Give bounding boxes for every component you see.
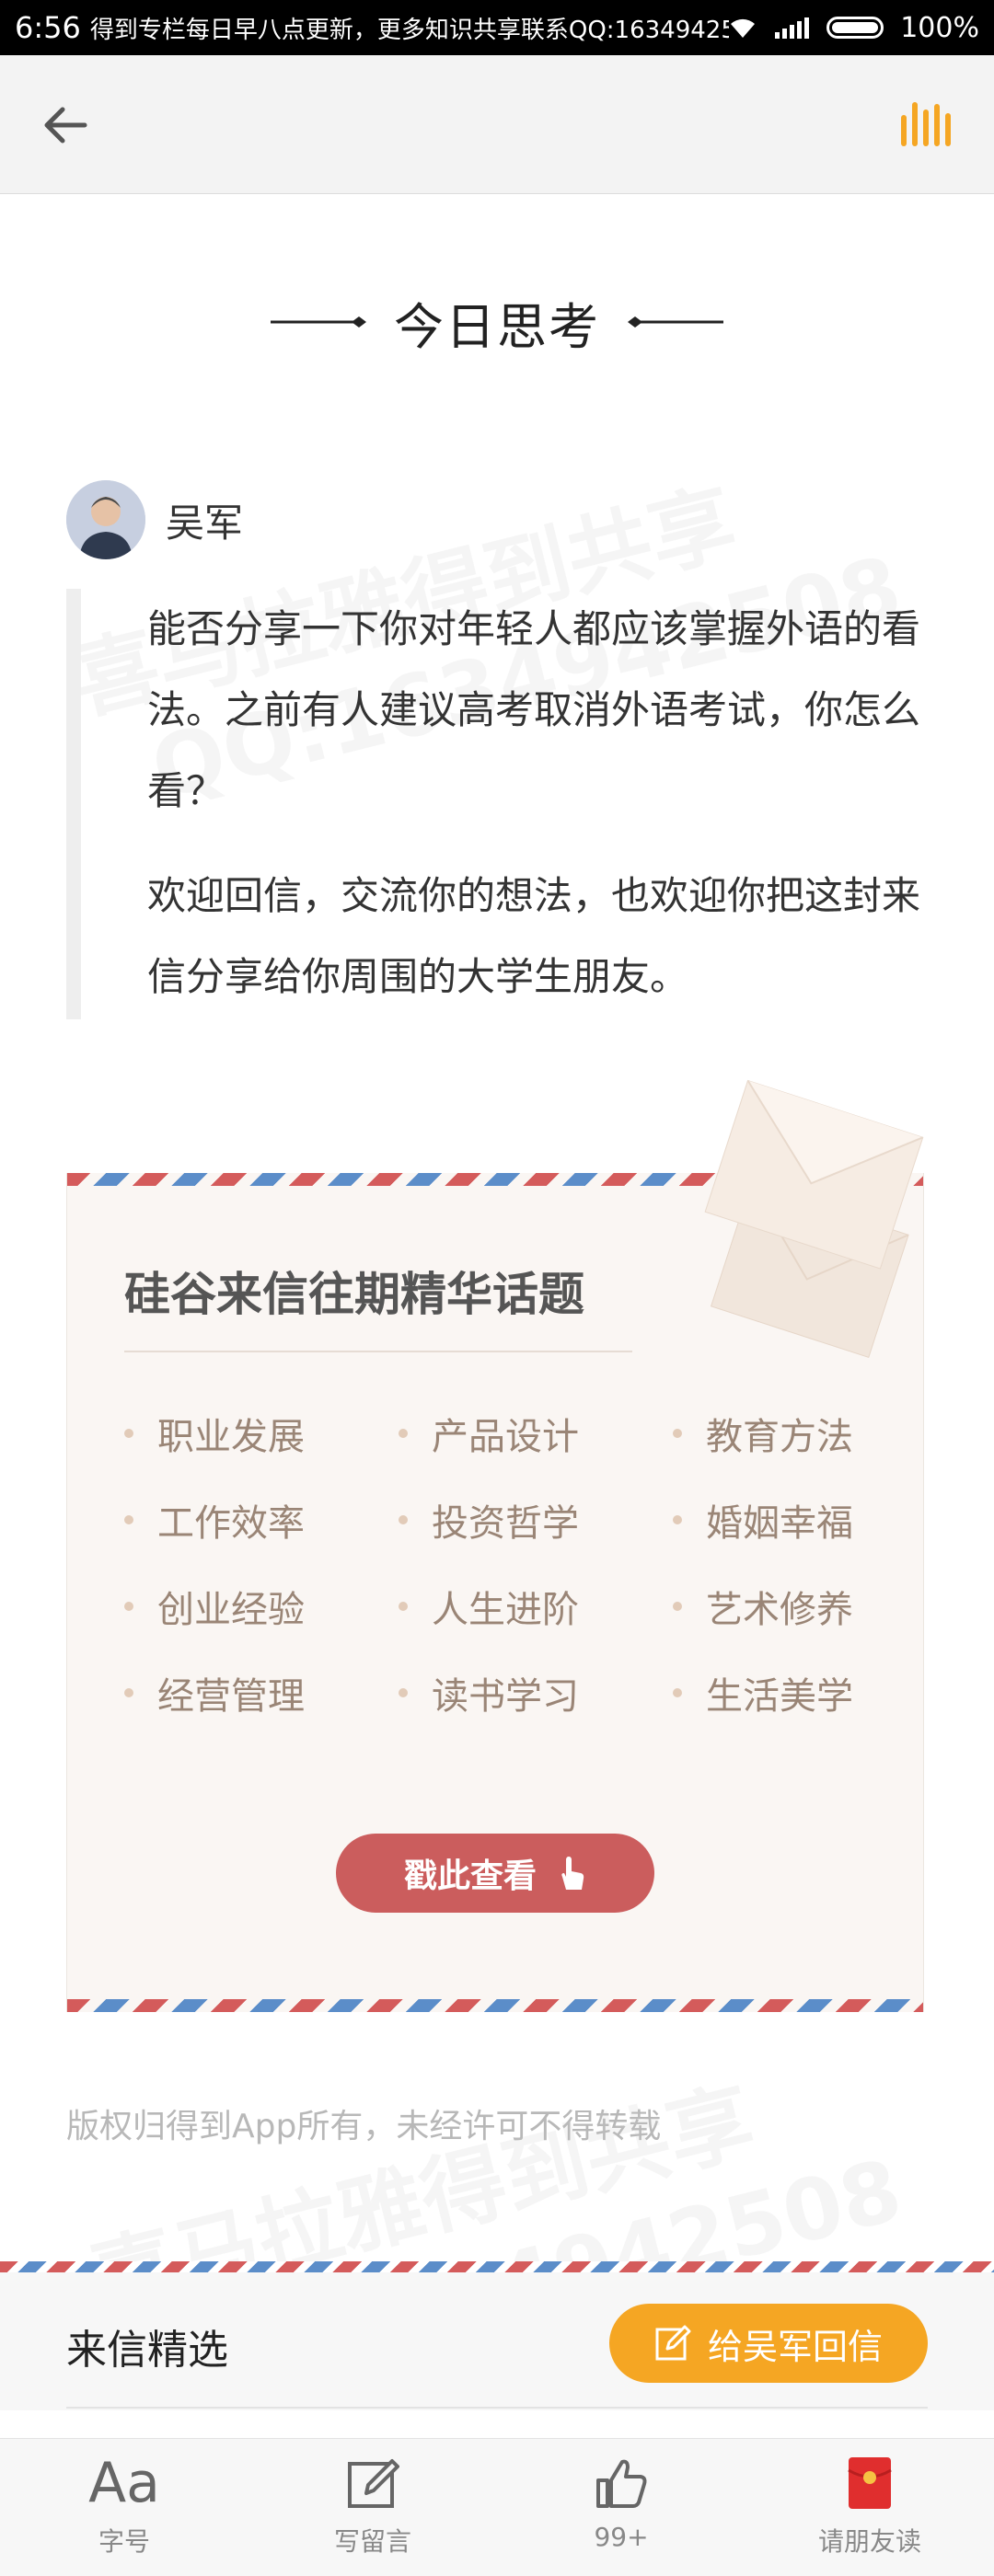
app-header [0,55,994,194]
title-ornament-right [628,316,723,328]
wifi-icon [731,18,756,38]
status-bar: 6:56 得到专栏每日早八点更新，更多知识共享联系QQ:1634942508 1… [0,0,994,55]
topic-item[interactable]: 职业发展 [124,1410,399,1458]
topic-item[interactable]: 读书学习 [399,1670,673,1718]
edit-icon [655,2325,691,2361]
tab-label: 99+ [594,2522,649,2552]
title-ornament-left [271,316,366,328]
signal-icon [775,17,810,39]
topic-item[interactable]: 婚姻幸福 [673,1497,879,1545]
topic-item[interactable]: 生活美学 [673,1670,879,1718]
tab-share-friend[interactable]: 请朋友读 [746,2439,994,2576]
topic-item[interactable]: 人生进阶 [399,1583,673,1631]
quote-paragraph: 欢迎回信，交流你的想法，也欢迎你把这封来信分享给你周围的大学生朋友。 [147,873,921,999]
red-envelope-icon [848,2457,892,2509]
topic-item[interactable]: 工作效率 [124,1497,399,1545]
card-title: 硅谷来信往期精华话题 [124,1267,584,1321]
view-topics-label: 戳此查看 [403,1857,537,1895]
topic-item[interactable]: 艺术修养 [673,1583,879,1631]
page-title: 今日思考 [394,297,600,356]
author-name: 吴军 [166,500,244,546]
tab-font-size[interactable]: Aa 字号 [0,2439,248,2576]
author: 吴军 [66,480,243,559]
copyright-notice: 版权归得到App所有，未经许可不得转载 [66,2108,662,2145]
topic-item[interactable]: 产品设计 [399,1410,673,1458]
card-divider [124,1351,632,1352]
tab-label: 写留言 [333,2526,411,2557]
airmail-divider [0,2261,994,2272]
quote-paragraph: 能否分享一下你对年轻人都应该掌握外语的看法。之前有人建议高考取消外语考试，你怎么… [147,606,921,813]
tab-like[interactable]: 99+ [497,2439,746,2576]
tab-write-comment[interactable]: 写留言 [248,2439,497,2576]
topic-item[interactable]: 经营管理 [124,1670,399,1718]
letters-bar: 来信精选 给吴军回信 [0,2272,994,2410]
reply-button-label: 给吴军回信 [707,2326,883,2367]
status-notification: 得到专栏每日早八点更新，更多知识共享联系QQ:1634942508 [89,16,730,44]
tap-hand-icon [561,1857,584,1890]
back-arrow-icon[interactable] [37,97,94,154]
thumbs-up-icon [596,2459,647,2508]
airmail-border-bottom [67,1999,923,2012]
write-comment-icon [348,2459,399,2508]
section-title-row: 今日思考 [0,285,994,359]
battery-icon [826,17,884,39]
topic-item[interactable]: 投资哲学 [399,1497,673,1545]
avatar [66,480,145,559]
reply-button[interactable]: 给吴军回信 [609,2304,928,2383]
status-time: 6:56 [15,10,81,45]
featured-letters-title: 来信精选 [66,2327,228,2374]
font-size-icon: Aa [88,2451,160,2515]
status-icons: 100% [729,12,979,44]
divider [66,2407,928,2409]
audio-bars-icon[interactable] [897,97,954,154]
envelope-icon [704,1079,924,1359]
view-topics-button[interactable]: 戳此查看 [336,1834,654,1913]
tab-label: 字号 [98,2526,150,2557]
bottom-tab-bar: Aa 字号 写留言 99+ 请朋友读 [0,2438,994,2576]
question-quote: 能否分享一下你对年轻人都应该掌握外语的看法。之前有人建议高考取消外语考试，你怎么… [66,589,931,1019]
battery-percent: 100% [900,11,979,44]
topic-grid: 职业发展 产品设计 教育方法 工作效率 投资哲学 婚姻幸福 创业经验 人生进阶 … [124,1410,879,1718]
tab-label: 请朋友读 [817,2526,921,2557]
topic-item[interactable]: 创业经验 [124,1583,399,1631]
topic-item[interactable]: 教育方法 [673,1410,879,1458]
